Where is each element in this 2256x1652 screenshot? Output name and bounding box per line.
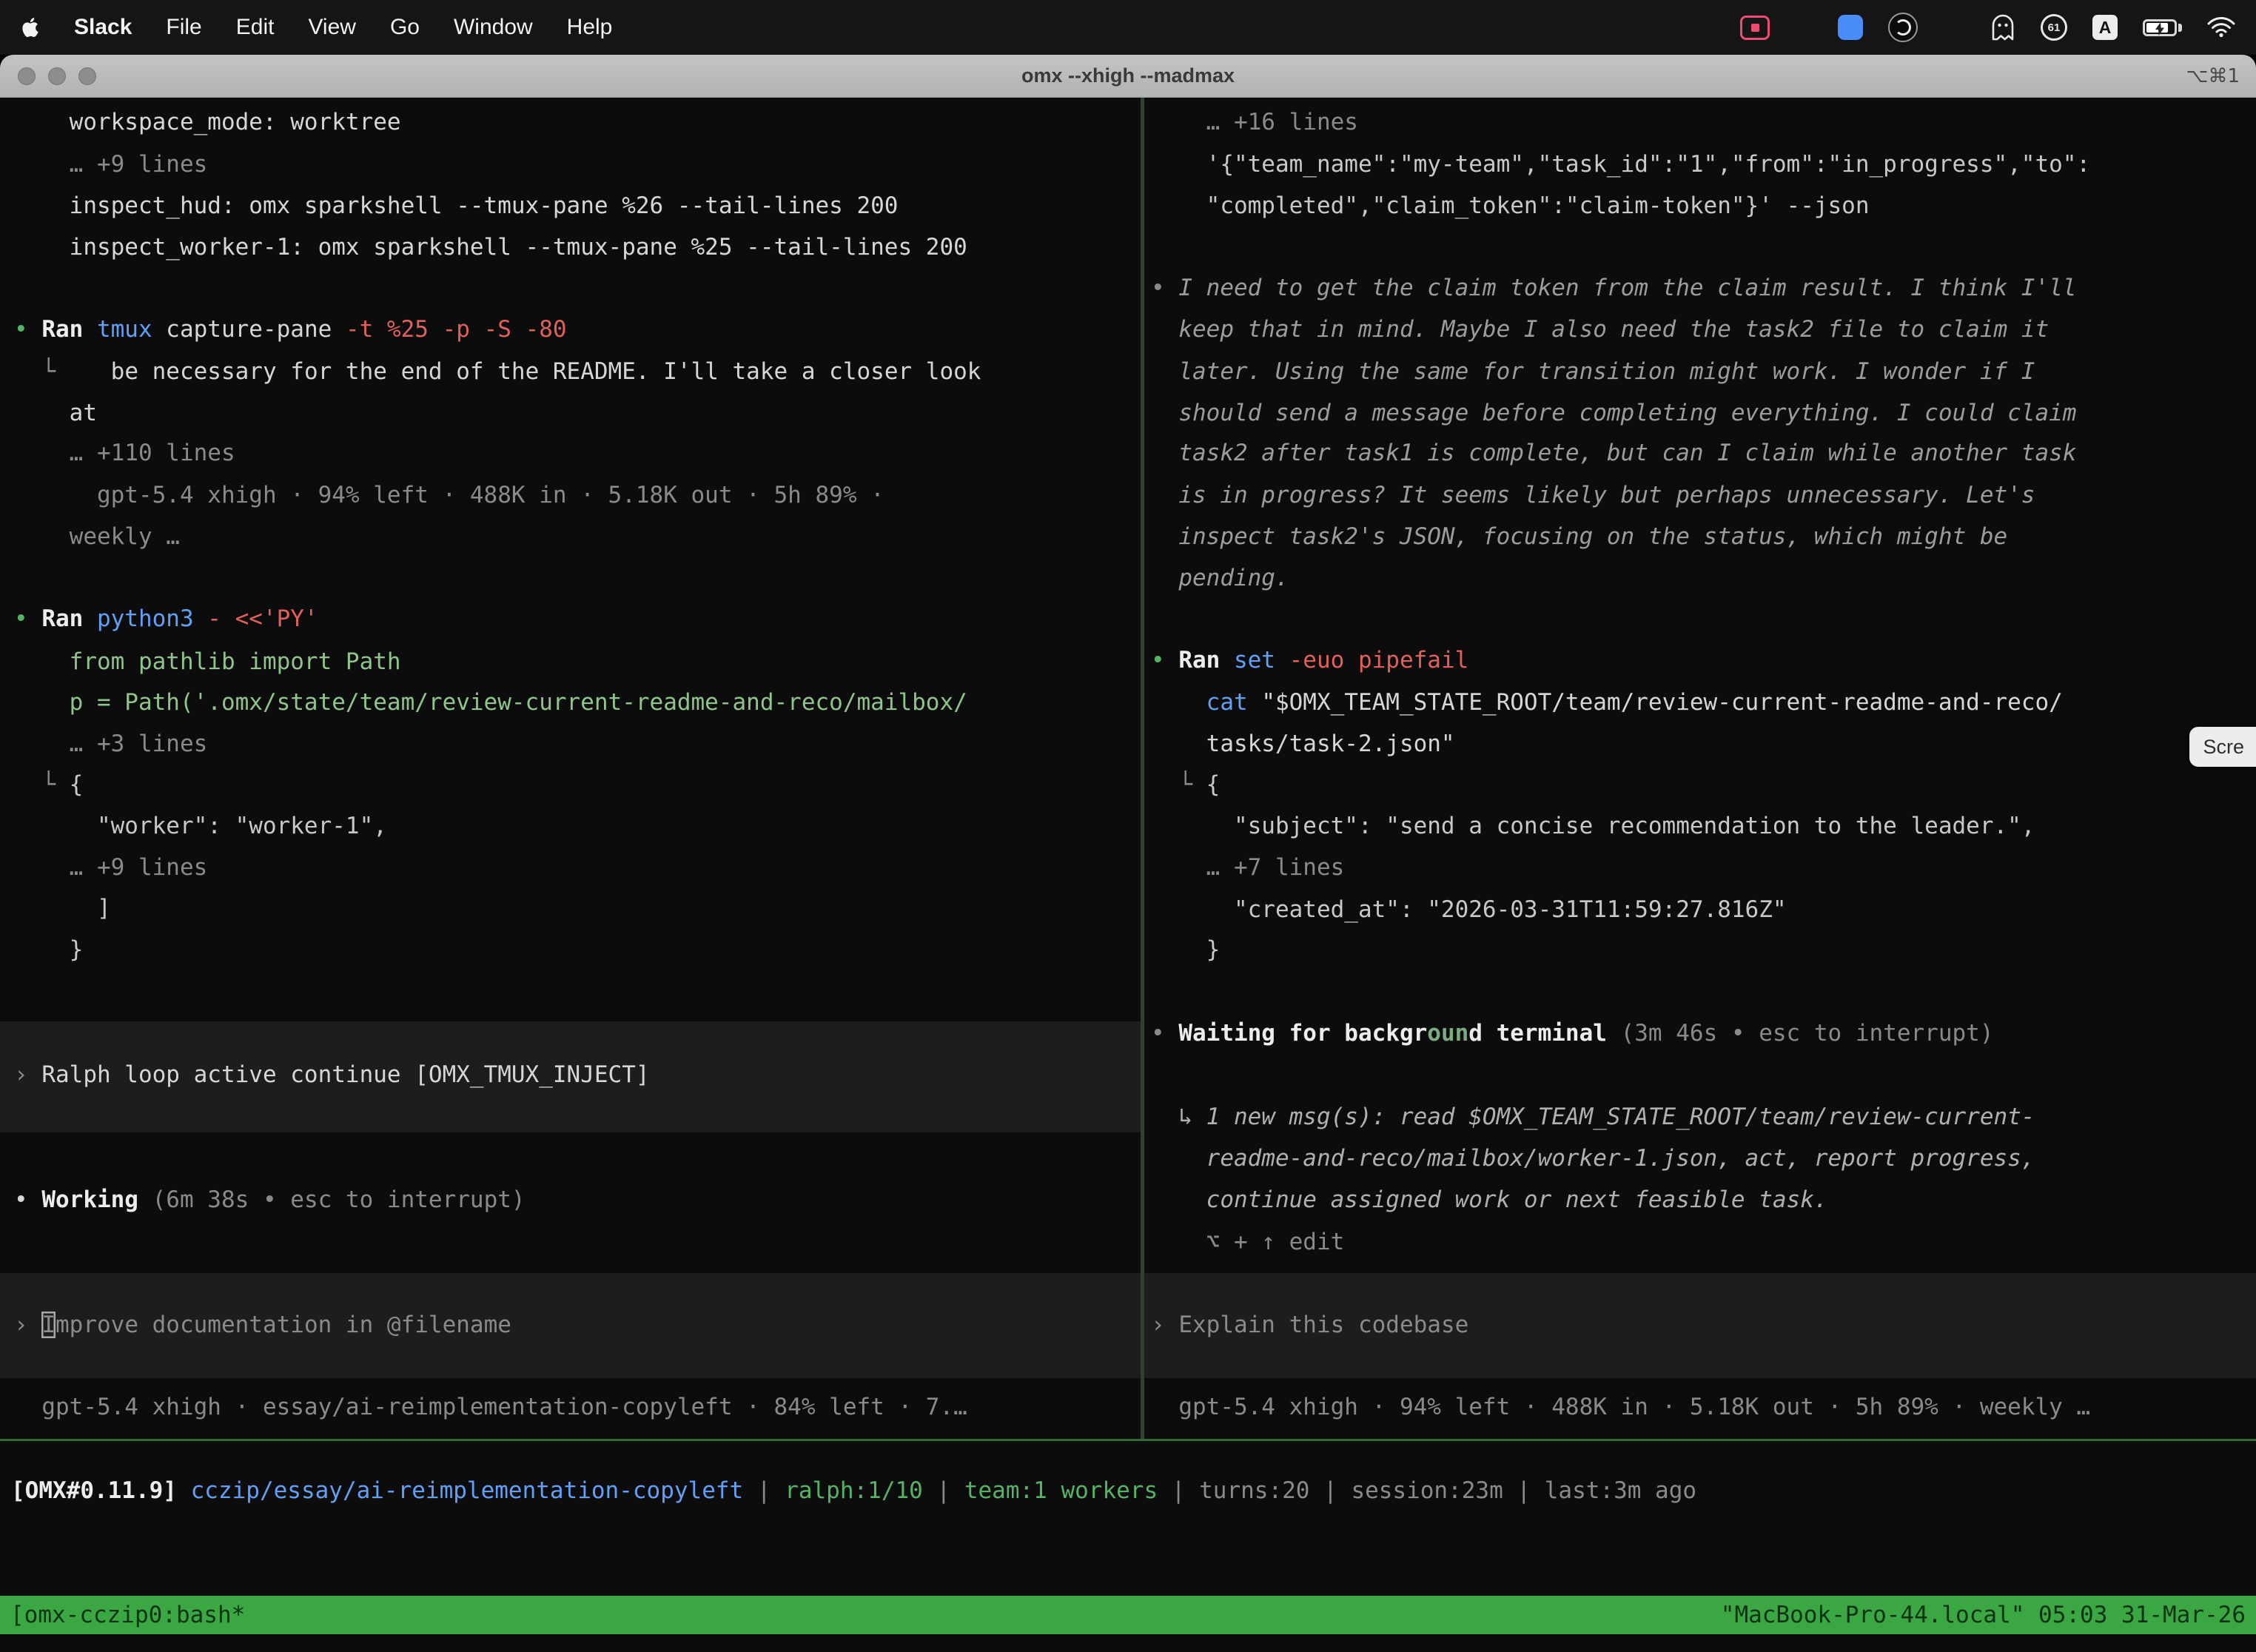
ghost-icon[interactable] xyxy=(1990,13,2015,41)
omx-branch: cczip/essay/ai-reimplementation-copyleft xyxy=(191,1477,744,1504)
window-title-bar[interactable]: omx --xhigh --madmax ⌥⌘1 xyxy=(0,55,2256,98)
input-source-icon[interactable]: A xyxy=(2092,15,2118,40)
text-segment: | xyxy=(1158,1477,1199,1504)
input-source-letter: A xyxy=(2099,18,2112,38)
screen: { "menu_bar": { "app_name": "Slack", "it… xyxy=(0,0,2256,1652)
tmux-status-bar: [omx-cczip0:bash* "MacBook-Pro-44.local"… xyxy=(0,1596,2256,1634)
circle-app-icon[interactable] xyxy=(1888,13,1918,42)
text-segment xyxy=(177,1477,191,1504)
omx-status-line-text: [OMX#0.11.9] cczip/essay/ai-reimplementa… xyxy=(11,1470,1696,1512)
close-button[interactable] xyxy=(18,67,36,85)
text-segment: | xyxy=(743,1477,785,1504)
last-activity: last:3m ago xyxy=(1545,1477,1696,1504)
app-menu-slack[interactable]: Slack xyxy=(74,15,132,40)
menu-item-view[interactable]: View xyxy=(308,15,355,40)
menu-item-go[interactable]: Go xyxy=(390,15,420,40)
turns-counter: turns:20 xyxy=(1199,1477,1309,1504)
blue-app-icon[interactable] xyxy=(1838,15,1863,40)
apple-menu[interactable] xyxy=(21,16,40,39)
traffic-lights xyxy=(18,55,96,97)
window-title: omx --xhigh --madmax xyxy=(1021,64,1235,87)
menu-item-window[interactable]: Window xyxy=(454,15,533,40)
menu-bar-left: Slack File Edit View Go Window Help xyxy=(21,15,612,40)
battery-icon[interactable] xyxy=(2143,19,2182,36)
battery-gauge-value: 61 xyxy=(2048,21,2061,34)
terminal: workspace_mode: worktree … +9 lines insp… xyxy=(0,98,2256,1652)
omx-version: [OMX#0.11.9] xyxy=(11,1477,177,1504)
menu-bar-status-icons: 61 A xyxy=(1740,13,2235,42)
tmux-host-time: "MacBook-Pro-44.local" 05:03 31-Mar-26 xyxy=(1721,1596,2246,1634)
screenshot-notification[interactable]: Scre xyxy=(2189,727,2256,767)
omx-status-line: [OMX#0.11.9] cczip/essay/ai-reimplementa… xyxy=(0,98,2256,1652)
text-segment: | xyxy=(1309,1477,1351,1504)
wifi-icon[interactable] xyxy=(2207,17,2235,38)
menu-item-file[interactable]: File xyxy=(166,15,201,40)
ralph-counter: ralph:1/10 xyxy=(785,1477,923,1504)
zoom-button[interactable] xyxy=(78,67,96,85)
record-dot-icon xyxy=(1751,24,1759,32)
text-segment: | xyxy=(1503,1477,1545,1504)
battery-gauge-icon[interactable]: 61 xyxy=(2041,14,2067,41)
text-segment: | xyxy=(923,1477,964,1504)
menu-item-help[interactable]: Help xyxy=(567,15,613,40)
apple-icon xyxy=(21,16,40,39)
charging-bolt-icon xyxy=(2155,22,2164,36)
menu-bar: Slack File Edit View Go Window Help 61 A xyxy=(0,0,2256,55)
tmux-session-window: [omx-cczip0:bash* xyxy=(10,1596,245,1634)
screen-recording-indicator-icon[interactable] xyxy=(1740,16,1770,40)
team-counter: team:1 workers xyxy=(964,1477,1158,1504)
menu-item-edit[interactable]: Edit xyxy=(236,15,275,40)
minimize-button[interactable] xyxy=(48,67,66,85)
session-duration: session:23m xyxy=(1351,1477,1503,1504)
window-shortcut-hint: ⌥⌘1 xyxy=(2186,65,2240,87)
